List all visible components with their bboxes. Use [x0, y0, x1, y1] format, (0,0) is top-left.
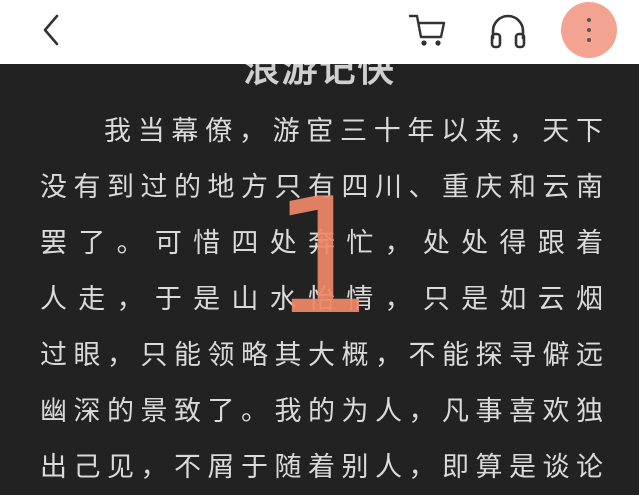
more-dot [587, 18, 591, 22]
more-dot [587, 28, 591, 32]
text-line: 幽深的景致了。我的为人，凡事喜欢独 [40, 396, 603, 427]
top-toolbar [0, 0, 639, 64]
cart-button[interactable] [408, 12, 448, 48]
more-dot [587, 38, 591, 42]
back-chevron-icon [43, 14, 59, 46]
page-number-overlay: 1 [272, 163, 374, 350]
audio-button[interactable] [488, 12, 528, 50]
back-button[interactable] [38, 13, 68, 47]
headphones-icon [490, 14, 526, 49]
text-line: 出己见，不屑于随着别人，即算是谈论 [40, 452, 603, 483]
more-menu-button[interactable] [561, 2, 617, 58]
text-line: 我当幕僚，游宦三十年以来，天下 [104, 116, 603, 147]
shopping-cart-icon [408, 14, 446, 46]
reader-screen: 浪游记快 我当幕僚，游宦三十年以来，天下 没有到过的地方只有四川、重庆和云南 罢… [0, 0, 639, 495]
